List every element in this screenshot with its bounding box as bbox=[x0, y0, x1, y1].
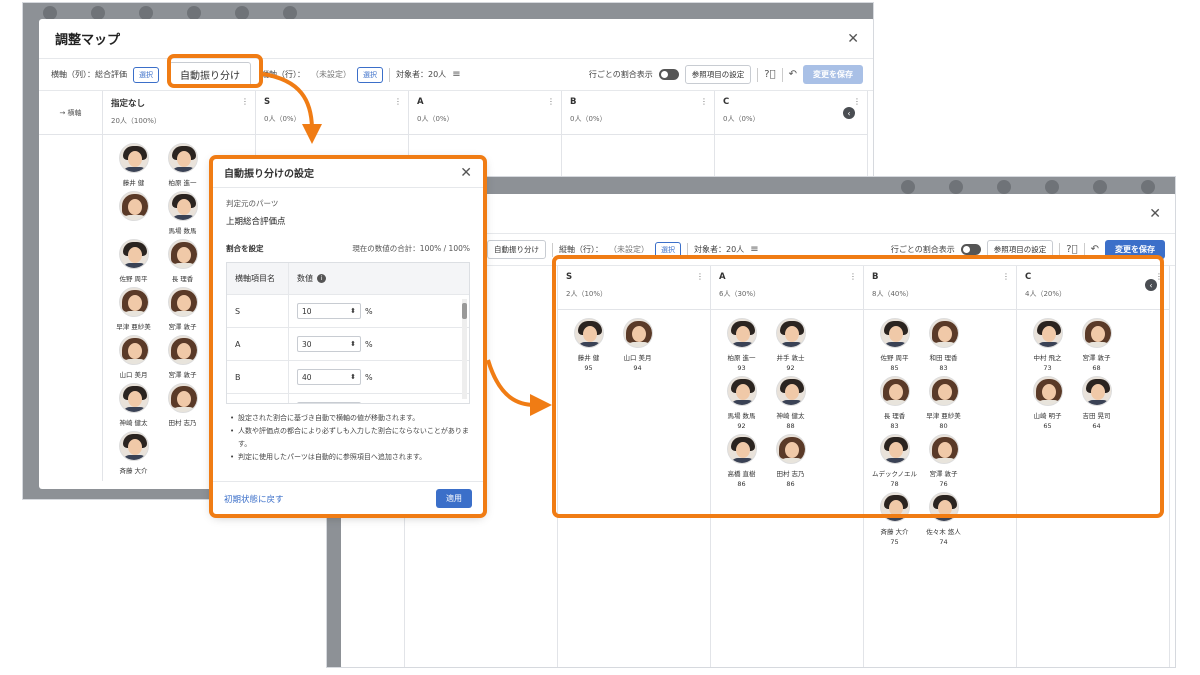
y-axis-label: 縦軸（行）： bbox=[261, 70, 305, 79]
column-header: 指定なし 20人（100%） ⋮ bbox=[103, 91, 255, 135]
more-icon[interactable]: ⋮ bbox=[547, 97, 555, 106]
dialog-title: 調整マップ bbox=[55, 33, 121, 48]
close-icon[interactable]: ✕ bbox=[847, 31, 859, 47]
column-count: 0人（0%） bbox=[723, 115, 760, 123]
filter-icon[interactable]: ≡ bbox=[750, 244, 758, 255]
help-icon[interactable]: ?⃝ bbox=[1066, 244, 1077, 255]
avatar bbox=[118, 239, 149, 269]
person-card[interactable]: 神崎 健太 bbox=[109, 383, 158, 427]
column-name: A bbox=[417, 97, 424, 107]
person-card[interactable]: 斉藤 大介 bbox=[109, 431, 158, 475]
row-ratio-label: 行ごとの割合表示 bbox=[588, 70, 653, 79]
person-card[interactable]: 山口 美月 bbox=[109, 335, 158, 379]
highlight-result-columns bbox=[552, 255, 1164, 518]
x-axis-select-button[interactable]: 選択 bbox=[133, 66, 159, 83]
filter-icon[interactable]: ≡ bbox=[452, 69, 460, 80]
toolbar: 横軸（列）：総合評価 選択 自動振り分け 縦軸（行）： （未設定） 選択 対象者… bbox=[39, 59, 873, 91]
person-name: 山口 美月 bbox=[119, 371, 148, 379]
person-card[interactable]: 長 理香 bbox=[158, 239, 207, 283]
more-icon[interactable]: ⋮ bbox=[700, 97, 708, 106]
y-axis-label: 縦軸（行）： bbox=[559, 245, 603, 254]
divider bbox=[757, 67, 759, 82]
column-name: S bbox=[264, 97, 271, 107]
avatar bbox=[118, 431, 149, 461]
y-axis-value: （未設定） bbox=[609, 245, 649, 254]
column-count: 0人（0%） bbox=[417, 115, 454, 123]
row-ratio-toggle[interactable] bbox=[960, 244, 981, 255]
scroll-right-icon[interactable]: ‹ bbox=[843, 107, 855, 119]
column-count: 0人（0%） bbox=[570, 115, 607, 123]
avatar bbox=[118, 335, 149, 365]
person-name: 柏原 進一 bbox=[168, 179, 197, 187]
column-header: B 0人（0%） ⋮ bbox=[562, 91, 714, 135]
avatar bbox=[167, 383, 198, 413]
person-card[interactable]: 馬場 数馬 bbox=[158, 191, 207, 235]
column-name: 指定なし bbox=[111, 99, 146, 109]
target-count: 対象者：20人 bbox=[694, 245, 745, 254]
highlight-modal bbox=[209, 155, 487, 518]
person-card[interactable]: 藤井 健 bbox=[109, 143, 158, 187]
highlight-auto-assign bbox=[167, 54, 263, 88]
person-score: 74 bbox=[939, 538, 948, 546]
avatar bbox=[167, 335, 198, 365]
avatar bbox=[118, 191, 149, 221]
person-name: 馬場 数馬 bbox=[168, 227, 197, 235]
save-changes-button[interactable]: 変更を保存 bbox=[803, 65, 863, 84]
person-name: 長 理香 bbox=[171, 275, 194, 283]
person-card[interactable]: 佐野 周平 bbox=[109, 239, 158, 283]
person-card[interactable] bbox=[109, 191, 158, 235]
more-icon[interactable]: ⋮ bbox=[241, 97, 249, 106]
person-name: 佐野 周平 bbox=[119, 275, 148, 283]
person-card[interactable]: 早津 亜紗美 bbox=[109, 287, 158, 331]
target-count: 対象者：20人 bbox=[396, 70, 447, 79]
column-count: 20人（100%） bbox=[111, 117, 161, 125]
undo-icon[interactable]: ↶ bbox=[789, 69, 797, 80]
auto-assign-button[interactable]: 自動振り分け bbox=[487, 240, 546, 259]
person-name: 宮澤 敦子 bbox=[168, 323, 197, 331]
person-card[interactable]: 宮澤 敦子 bbox=[158, 335, 207, 379]
person-name: 藤井 健 bbox=[122, 179, 145, 187]
row-ratio-toggle[interactable] bbox=[658, 69, 679, 80]
person-name: 佐々木 悠人 bbox=[926, 528, 961, 536]
dialog-header: 調整マップ ✕ bbox=[39, 19, 873, 59]
avatar bbox=[167, 239, 198, 269]
help-icon[interactable]: ?⃝ bbox=[764, 69, 775, 80]
avatar bbox=[167, 191, 198, 221]
avatar bbox=[167, 143, 198, 173]
reference-settings-button[interactable]: 参照項目の設定 bbox=[684, 65, 752, 84]
avatar bbox=[118, 383, 149, 413]
column-name: B bbox=[570, 97, 577, 107]
close-icon[interactable]: ✕ bbox=[1149, 206, 1161, 222]
more-icon[interactable]: ⋮ bbox=[394, 97, 402, 106]
person-card[interactable]: 田村 志乃 bbox=[158, 383, 207, 427]
column-header: A 0人（0%） ⋮ bbox=[409, 91, 561, 135]
column-header: S 0人（0%） ⋮ bbox=[256, 91, 408, 135]
more-icon[interactable]: ⋮ bbox=[853, 97, 861, 106]
avatar bbox=[118, 287, 149, 317]
undo-icon[interactable]: ↶ bbox=[1091, 244, 1099, 255]
axis-header-label: → 横軸 bbox=[59, 108, 82, 117]
axis-header-column: → 横軸 bbox=[39, 91, 103, 481]
person-name: 宮澤 敦子 bbox=[168, 371, 197, 379]
person-score: 75 bbox=[890, 538, 899, 546]
person-name: 神崎 健太 bbox=[119, 419, 148, 427]
person-card[interactable]: 宮澤 敦子 bbox=[158, 287, 207, 331]
x-axis-label: 横軸（列）：総合評価 bbox=[51, 70, 127, 79]
column-count: 0人（0%） bbox=[264, 115, 301, 123]
y-axis-select-button[interactable]: 選択 bbox=[357, 66, 383, 83]
person-name: 田村 志乃 bbox=[168, 419, 197, 427]
y-axis-value: （未設定） bbox=[311, 70, 351, 79]
person-card[interactable]: 柏原 進一 bbox=[158, 143, 207, 187]
axis-header-cell: → 横軸 bbox=[39, 91, 102, 135]
avatar bbox=[118, 143, 149, 173]
row-ratio-label: 行ごとの割合表示 bbox=[890, 245, 955, 254]
divider bbox=[781, 67, 783, 82]
person-name: 早津 亜紗美 bbox=[116, 323, 151, 331]
avatar bbox=[167, 287, 198, 317]
person-name: 斉藤 大介 bbox=[880, 528, 909, 536]
divider bbox=[552, 242, 553, 257]
divider bbox=[389, 67, 390, 82]
person-name: 斉藤 大介 bbox=[119, 467, 148, 475]
column-name: C bbox=[723, 97, 730, 107]
